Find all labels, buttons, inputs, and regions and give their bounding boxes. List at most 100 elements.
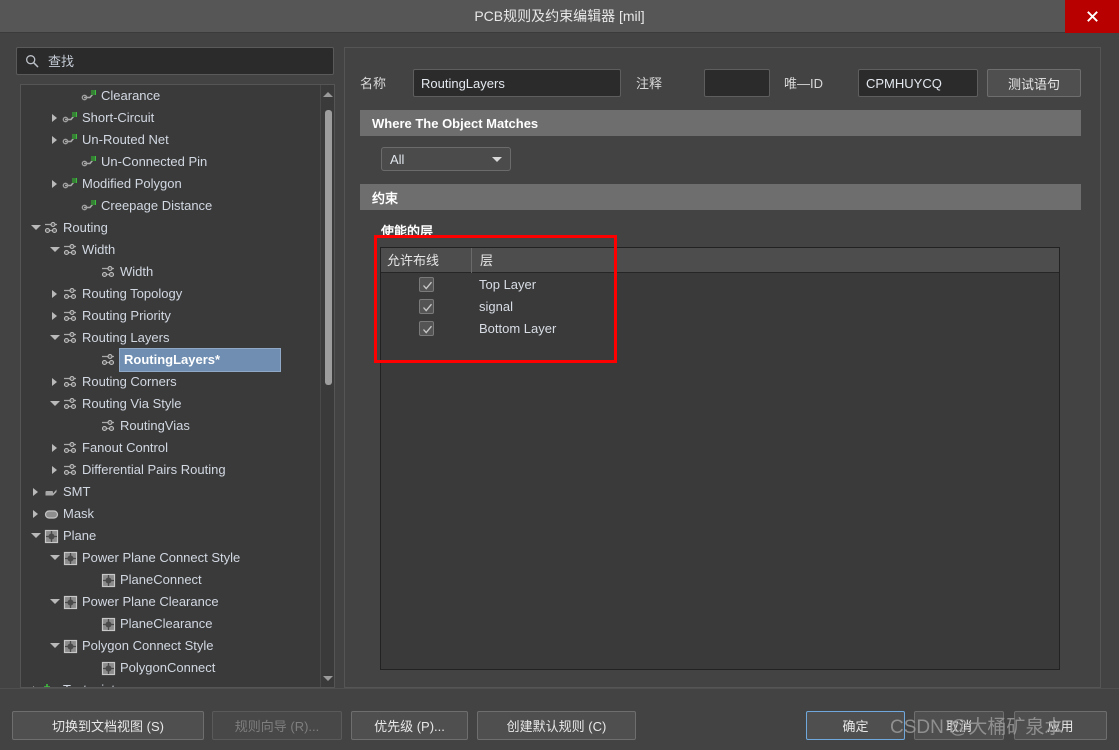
tree-item[interactable]: Routing Via Style <box>21 393 320 415</box>
tree-item[interactable]: Routing Layers <box>21 327 320 349</box>
unique-id-input[interactable] <box>858 69 978 97</box>
plane-icon <box>62 550 79 566</box>
tree-item[interactable]: Clearance <box>21 85 320 107</box>
switch-to-document-view-button[interactable]: 切换到文档视图 (S) <box>12 711 204 740</box>
checkbox[interactable] <box>418 276 434 292</box>
rules-tree[interactable]: Clearance Short-Circuit Un-Routed Net Un-Co… <box>21 85 320 687</box>
rule-comment-input[interactable] <box>704 69 770 97</box>
tree-item[interactable]: Routing <box>21 217 320 239</box>
tree-item-label: Testpoint <box>63 679 121 687</box>
chevron-right-icon[interactable] <box>29 503 43 525</box>
tree-item[interactable]: Creepage Distance <box>21 195 320 217</box>
tree-scrollbar[interactable] <box>320 85 334 687</box>
tree-item[interactable]: Short-Circuit <box>21 107 320 129</box>
scroll-down-button[interactable] <box>321 671 334 685</box>
scroll-up-button[interactable] <box>321 87 334 101</box>
chevron-down-icon[interactable] <box>48 591 62 613</box>
check-icon <box>422 303 432 312</box>
tree-item[interactable]: Width <box>21 239 320 261</box>
close-button[interactable] <box>1065 0 1119 33</box>
chevron-right-icon[interactable] <box>48 107 62 129</box>
chevron-down-icon[interactable] <box>48 547 62 569</box>
chevron-right-icon[interactable] <box>48 459 62 481</box>
cancel-button[interactable]: 取消 <box>914 711 1004 740</box>
chevron-right-icon[interactable] <box>48 283 62 305</box>
priority-button[interactable]: 优先级 (P)... <box>351 711 468 740</box>
tree-item[interactable]: Testpoint <box>21 679 320 687</box>
clearance-icon <box>81 198 98 214</box>
chevron-down-icon[interactable] <box>29 217 43 239</box>
chevron-right-icon[interactable] <box>48 305 62 327</box>
tree-item[interactable]: SMT <box>21 481 320 503</box>
tree-item[interactable]: Plane <box>21 525 320 547</box>
allow-routing-cell[interactable] <box>381 320 471 336</box>
tree-item[interactable]: Differential Pairs Routing <box>21 459 320 481</box>
rule-name-input[interactable] <box>413 69 621 97</box>
table-row[interactable]: Bottom Layer <box>381 317 1059 339</box>
comment-label: 注释 <box>636 76 663 91</box>
chevron-down-icon[interactable] <box>48 393 62 415</box>
tree-item[interactable]: Power Plane Clearance <box>21 591 320 613</box>
layer-name-cell: Top Layer <box>479 276 537 292</box>
chevron-down-icon[interactable] <box>48 327 62 349</box>
tree-item[interactable]: Routing Topology <box>21 283 320 305</box>
pcb-rules-dialog: PCB规则及约束编辑器 [mil] Clearance Short-Circuit… <box>0 0 1119 750</box>
chevron-down-icon[interactable] <box>29 525 43 547</box>
plane-icon <box>100 616 117 632</box>
allow-routing-cell[interactable] <box>381 276 471 292</box>
tree-item[interactable]: PolygonConnect <box>21 657 320 679</box>
mask-icon <box>43 506 60 522</box>
table-row[interactable]: signal <box>381 295 1059 317</box>
test-query-button[interactable]: 测试语句 <box>987 69 1081 97</box>
create-default-rules-button[interactable]: 创建默认规则 (C) <box>477 711 636 740</box>
chevron-down-icon[interactable] <box>48 239 62 261</box>
title-bar: PCB规则及约束编辑器 [mil] <box>0 0 1119 33</box>
tree-item[interactable]: Mask <box>21 503 320 525</box>
table-row[interactable]: Top Layer <box>381 273 1059 295</box>
tree-item[interactable]: Routing Corners <box>21 371 320 393</box>
checkbox[interactable] <box>418 320 434 336</box>
routing-icon <box>100 418 117 434</box>
tree-item-label: PlaneConnect <box>120 572 202 587</box>
tree-item-label: Polygon Connect Style <box>82 638 214 653</box>
enabled-layers-label: 使能的层 <box>381 224 434 239</box>
clearance-icon <box>81 88 98 104</box>
tree-item[interactable]: Routing Priority <box>21 305 320 327</box>
tree-item-label: Clearance <box>101 88 161 103</box>
tree-item-label: Power Plane Clearance <box>82 594 219 609</box>
testpoint-icon <box>43 682 60 687</box>
tree-item[interactable]: PlaneClearance <box>21 613 320 635</box>
chevron-right-icon[interactable] <box>48 371 62 393</box>
search-input[interactable] <box>46 52 325 70</box>
tree-item[interactable]: PlaneConnect <box>21 569 320 591</box>
tree-item[interactable]: Un-Connected Pin <box>21 151 320 173</box>
search-box[interactable] <box>16 47 334 75</box>
tree-item[interactable]: Fanout Control <box>21 437 320 459</box>
scope-select[interactable]: All <box>381 147 511 171</box>
tree-item[interactable]: Width <box>21 261 320 283</box>
chevron-down-icon <box>492 157 502 162</box>
ok-button[interactable]: 确定 <box>806 711 905 740</box>
tree-item[interactable]: Un-Routed Net <box>21 129 320 151</box>
scrollbar-thumb[interactable] <box>325 110 332 385</box>
clearance-icon <box>62 110 79 126</box>
tree-item[interactable]: RoutingVias <box>21 415 320 437</box>
tree-item-label: PlaneClearance <box>120 616 213 631</box>
chevron-down-icon[interactable] <box>48 635 62 657</box>
checkbox[interactable] <box>418 298 434 314</box>
chevron-right-icon[interactable] <box>29 679 43 687</box>
tree-item-label: Routing Priority <box>82 308 171 323</box>
chevron-right-icon[interactable] <box>29 481 43 503</box>
tree-item[interactable]: Modified Polygon <box>21 173 320 195</box>
allow-routing-cell[interactable] <box>381 298 471 314</box>
apply-button[interactable]: 应用 <box>1014 711 1107 740</box>
tree-item[interactable]: Polygon Connect Style <box>21 635 320 657</box>
chevron-right-icon[interactable] <box>48 437 62 459</box>
tree-item[interactable]: Power Plane Connect Style <box>21 547 320 569</box>
tree-item[interactable]: RoutingLayers* <box>21 348 320 372</box>
routing-icon <box>62 330 79 346</box>
chevron-right-icon[interactable] <box>48 129 62 151</box>
chevron-right-icon[interactable] <box>48 173 62 195</box>
